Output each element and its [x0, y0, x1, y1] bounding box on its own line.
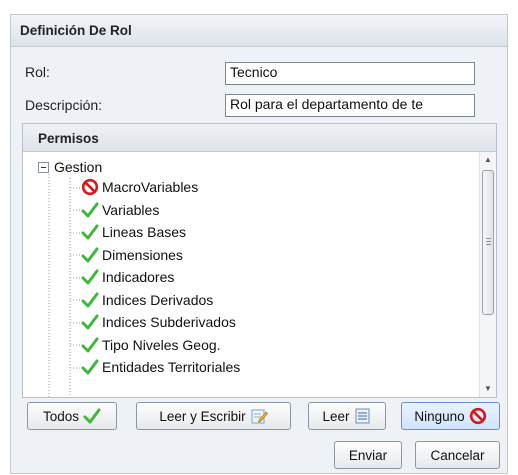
cancelar-button[interactable]: Cancelar [415, 441, 500, 469]
check-icon [81, 359, 99, 375]
tree-node-label: Entidades Territoriales [102, 359, 241, 375]
permisos-title: Permisos [23, 124, 496, 152]
no-access-icon [81, 178, 99, 196]
tree-node-label: Variables [102, 202, 160, 218]
check-icon [81, 247, 99, 263]
scroll-thumb[interactable] [482, 170, 494, 315]
tree-node-entidades-territoriales[interactable]: Entidades Territoriales [81, 356, 240, 378]
no-access-icon [469, 407, 486, 425]
check-icon [81, 224, 99, 240]
todos-button-label: Todos [42, 408, 80, 424]
leer-button[interactable]: Leer [308, 402, 386, 430]
tree-node-label: Gestion [54, 159, 103, 175]
descripcion-input[interactable]: Rol para el departamento de te [225, 94, 475, 117]
check-icon [81, 314, 99, 330]
check-icon [81, 269, 99, 285]
collapse-toggle-icon[interactable] [38, 161, 49, 173]
tree-node-label: Tipo Niveles Geog. [102, 337, 221, 353]
dialog-title: Definición De Rol [11, 15, 507, 47]
tree-node-label: Dimensiones [102, 247, 183, 263]
leer-button-label: Leer [322, 408, 350, 424]
enviar-button[interactable]: Enviar [334, 441, 402, 469]
read-document-icon [355, 408, 370, 424]
tree-node-lineas-bases[interactable]: Lineas Bases [81, 221, 186, 243]
tree-node-tipo-niveles-geog[interactable]: Tipo Niveles Geog. [81, 334, 221, 356]
tree-node-label: Indices Subderivados [102, 314, 236, 330]
leer-escribir-button[interactable]: Leer y Escribir [136, 402, 291, 430]
tree-node-label: Lineas Bases [102, 224, 187, 240]
descripcion-label: Descripción: [25, 97, 103, 113]
tree-node-indicadores[interactable]: Indicadores [81, 266, 174, 288]
scroll-up-arrow-icon[interactable]: ▲ [480, 152, 496, 168]
check-icon [81, 337, 99, 353]
check-icon [83, 408, 101, 424]
tree-scrollbar[interactable]: ▲ ▼ [479, 152, 496, 397]
tree-node-label: Indices Derivados [102, 292, 214, 308]
tree-node-indices-derivados[interactable]: Indices Derivados [81, 289, 213, 311]
ninguno-button-label: Ninguno [414, 408, 465, 424]
tree-node-label: Indicadores [102, 269, 175, 285]
permissions-tree: Gestion MacroVariables Variables Lineas … [23, 152, 496, 397]
rol-label: Rol: [25, 64, 50, 80]
tree-node-dimensiones[interactable]: Dimensiones [81, 244, 183, 266]
rol-input[interactable]: Tecnico [225, 62, 475, 85]
leer-escribir-button-label: Leer y Escribir [159, 408, 246, 424]
check-icon [81, 292, 99, 308]
tree-node-macrovariables[interactable]: MacroVariables [81, 176, 198, 198]
todos-button[interactable]: Todos [27, 402, 117, 430]
scroll-down-arrow-icon[interactable]: ▼ [480, 381, 496, 397]
tree-node-gestion[interactable]: Gestion [38, 156, 102, 178]
ninguno-button[interactable]: Ninguno [401, 402, 500, 430]
edit-document-icon [251, 409, 268, 424]
role-definition-dialog: Definición De Rol Rol: Tecnico Descripci… [10, 14, 508, 474]
check-icon [81, 202, 99, 218]
tree-node-label: MacroVariables [102, 179, 199, 195]
tree-node-variables[interactable]: Variables [81, 199, 159, 221]
tree-node-indices-subderivados[interactable]: Indices Subderivados [81, 311, 236, 333]
permisos-panel: Permisos Gestion MacroVariables Variable… [22, 123, 497, 398]
